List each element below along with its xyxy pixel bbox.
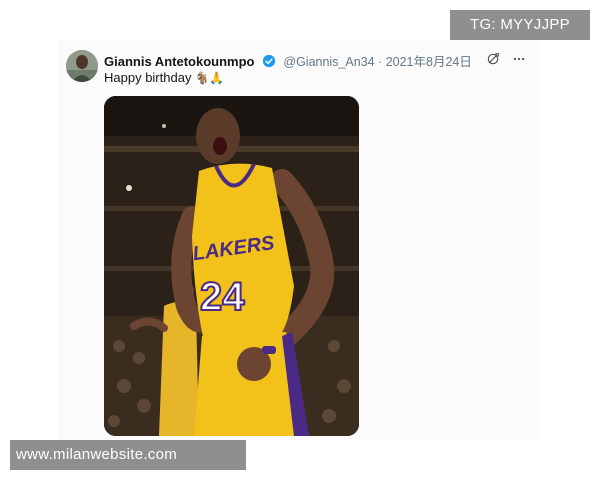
basketball-player-photo: LAKERS 24 <box>104 96 359 436</box>
watermark-top-right: TG: MYYJJPP <box>450 10 590 40</box>
jersey-number-text: 24 <box>200 275 245 319</box>
display-name[interactable]: Giannis Antetokounmpo <box>104 54 254 69</box>
more-icon[interactable] <box>512 52 526 71</box>
verified-badge-icon <box>262 54 276 73</box>
refresh-icon[interactable] <box>486 52 500 71</box>
tweet-emojis: 🐐🙏 <box>194 71 225 85</box>
tweet-actions <box>486 52 526 71</box>
handle-and-date[interactable]: @Giannis_An34 · 2021年8月24日 <box>283 55 472 69</box>
tweet-body: Happy birthday <box>104 70 192 85</box>
tweet-card: Giannis Antetokounmpo @Giannis_An34 · 20… <box>58 40 540 440</box>
avatar[interactable] <box>66 50 98 82</box>
tweet-text: Happy birthday 🐐🙏 <box>104 70 224 85</box>
avatar-photo <box>66 50 98 82</box>
tweet-image[interactable]: LAKERS 24 <box>104 96 359 436</box>
watermark-bottom-left: www.milanwebsite.com <box>10 440 246 470</box>
tweet-header: Giannis Antetokounmpo @Giannis_An34 · 20… <box>104 51 532 69</box>
